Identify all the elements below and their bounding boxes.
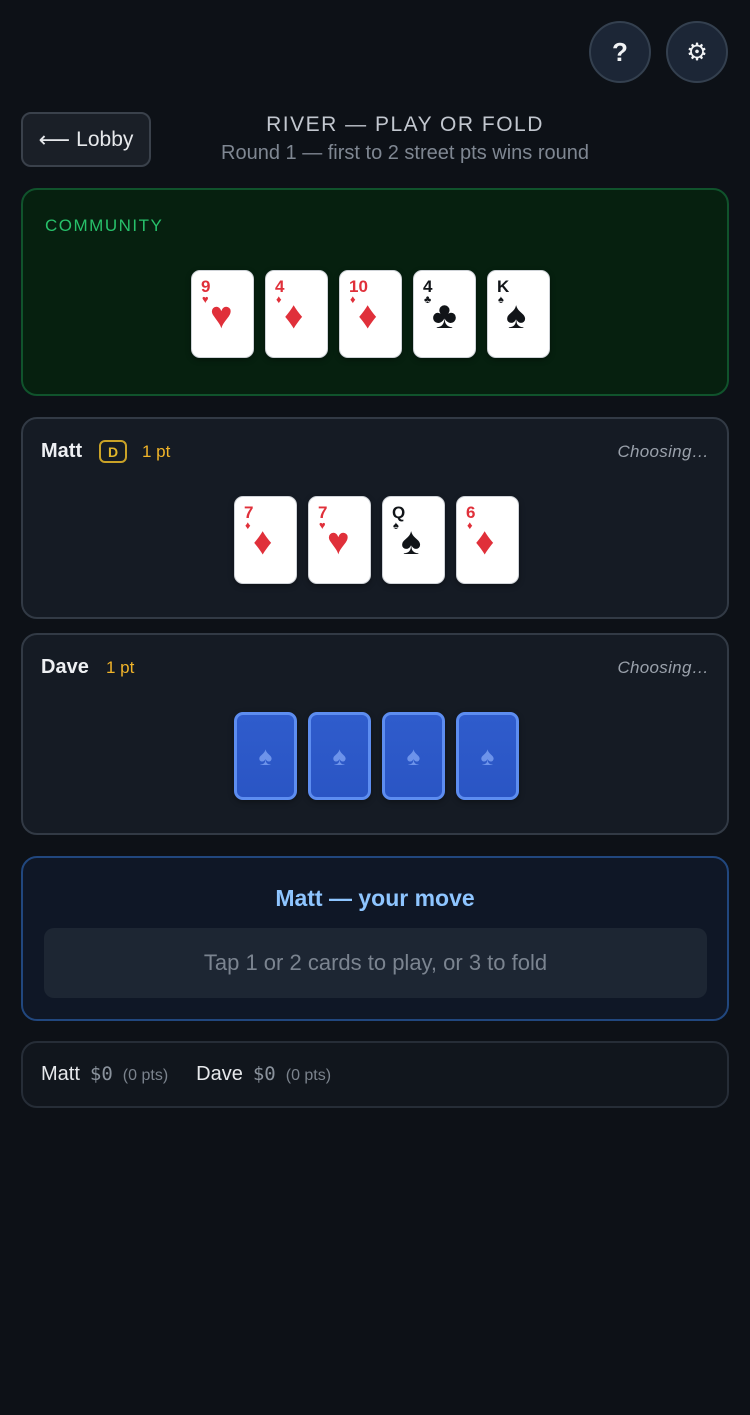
card-rank: 7 — [318, 503, 328, 522]
playing-card: 4 ♦ ♦ — [265, 270, 328, 358]
round-subtitle: Round 1 — first to 2 street pts wins rou… — [221, 142, 589, 164]
card-suit-icon: ♣ — [432, 295, 457, 337]
scoreboard: Matt $0 (0 pts) Dave $0 (0 pts) — [21, 1041, 729, 1108]
player-status: Choosing… — [617, 442, 709, 461]
card-back: ♠ — [456, 712, 519, 800]
player-panel-matt: Matt D 1 pt Choosing… 7 ♦ ♦ 7 ♥ ♥ Q ♠ ♠ 6 ♦ ♦ — [21, 417, 729, 619]
card-suit-small-icon: ♦ — [245, 520, 251, 532]
phase-title: RIVER — PLAY OR FOLD — [266, 113, 544, 136]
card-suit-icon: ♠ — [401, 521, 422, 563]
card-rank: 7 — [244, 503, 254, 522]
lobby-button-label: Lobby — [76, 127, 134, 151]
card-suit-icon: ♦ — [284, 295, 304, 337]
playing-card: 10 ♦ ♦ — [339, 270, 402, 358]
help-icon: ? — [612, 36, 628, 67]
card-suit-icon: ♦ — [358, 295, 378, 337]
spade-icon: ♠ — [406, 740, 421, 771]
playing-card[interactable]: 7 ♦ ♦ — [234, 496, 297, 584]
help-button[interactable]: ? — [589, 21, 651, 83]
opponent-hand: ♠ ♠ ♠ ♠ — [234, 712, 519, 800]
lobby-button[interactable]: ⟵ Lobby — [21, 112, 151, 167]
arrow-left-icon: ⟵ — [38, 126, 71, 152]
card-suit-small-icon: ♦ — [467, 520, 473, 532]
score-points: (0 pts) — [285, 1067, 332, 1084]
card-rank: 4 — [423, 277, 433, 296]
card-back: ♠ — [308, 712, 371, 800]
card-suit-small-icon: ♣ — [424, 294, 432, 306]
playing-card: 4 ♣ ♣ — [413, 270, 476, 358]
score-money: $0 — [252, 1063, 276, 1085]
score-item: Dave $0 (0 pts) — [196, 1063, 331, 1086]
playing-card[interactable]: 7 ♥ ♥ — [308, 496, 371, 584]
player-name: Dave — [41, 656, 89, 678]
card-rank: 10 — [349, 277, 368, 296]
score-item: Matt $0 (0 pts) — [41, 1063, 168, 1086]
spade-icon: ♠ — [258, 740, 273, 771]
score-player-name: Dave — [196, 1063, 243, 1085]
card-suit-small-icon: ♥ — [319, 520, 326, 532]
player-status: Choosing… — [617, 658, 709, 677]
card-suit-small-icon: ♦ — [276, 294, 282, 306]
community-cards: 9 ♥ ♥ 4 ♦ ♦ 10 ♦ ♦ 4 ♣ ♣ K ♠ ♠ — [191, 270, 550, 358]
player-panel-dave: Dave 1 pt Choosing… ♠ ♠ ♠ ♠ — [21, 633, 729, 835]
card-rank: Q — [392, 503, 406, 522]
card-back: ♠ — [234, 712, 297, 800]
card-rank: 6 — [466, 503, 476, 522]
move-title: Matt — your move — [275, 885, 475, 911]
card-suit-small-icon: ♥ — [202, 294, 209, 306]
card-suit-small-icon: ♠ — [498, 294, 504, 306]
card-rank: K — [497, 277, 510, 296]
card-rank: 4 — [275, 277, 285, 296]
player-points: 1 pt — [142, 442, 171, 461]
move-panel: Matt — your move Tap 1 or 2 cards to pla… — [21, 856, 729, 1021]
playing-card[interactable]: 6 ♦ ♦ — [456, 496, 519, 584]
move-hint: Tap 1 or 2 cards to play, or 3 to fold — [44, 928, 707, 998]
dealer-badge: D — [99, 440, 127, 463]
player-points: 1 pt — [106, 658, 135, 677]
card-suit-icon: ♥ — [210, 295, 233, 337]
gear-icon: ⚙ — [686, 38, 708, 66]
spade-icon: ♠ — [332, 740, 347, 771]
community-label: COMMUNITY — [45, 216, 164, 235]
spade-icon: ♠ — [480, 740, 495, 771]
playing-card: K ♠ ♠ — [487, 270, 550, 358]
game-screen: ? ⚙ ⟵ Lobby RIVER — PLAY OR FOLD Round 1… — [0, 0, 750, 1415]
playing-card: 9 ♥ ♥ — [191, 270, 254, 358]
settings-button[interactable]: ⚙ — [666, 21, 728, 83]
card-suit-icon: ♦ — [253, 521, 273, 563]
card-suit-icon: ♦ — [475, 521, 495, 563]
card-suit-icon: ♠ — [506, 295, 527, 337]
player-name: Matt — [41, 440, 83, 462]
score-money: $0 — [89, 1063, 113, 1085]
score-player-name: Matt — [41, 1063, 80, 1085]
playing-card[interactable]: Q ♠ ♠ — [382, 496, 445, 584]
community-panel: COMMUNITY 9 ♥ ♥ 4 ♦ ♦ 10 ♦ ♦ 4 ♣ ♣ K ♠ ♠ — [21, 188, 729, 396]
card-rank: 9 — [201, 277, 211, 296]
score-points: (0 pts) — [122, 1067, 169, 1084]
card-back: ♠ — [382, 712, 445, 800]
card-suit-small-icon: ♦ — [350, 294, 356, 306]
card-suit-small-icon: ♠ — [393, 520, 399, 532]
card-suit-icon: ♥ — [327, 521, 350, 563]
player-hand: 7 ♦ ♦ 7 ♥ ♥ Q ♠ ♠ 6 ♦ ♦ — [234, 496, 519, 584]
